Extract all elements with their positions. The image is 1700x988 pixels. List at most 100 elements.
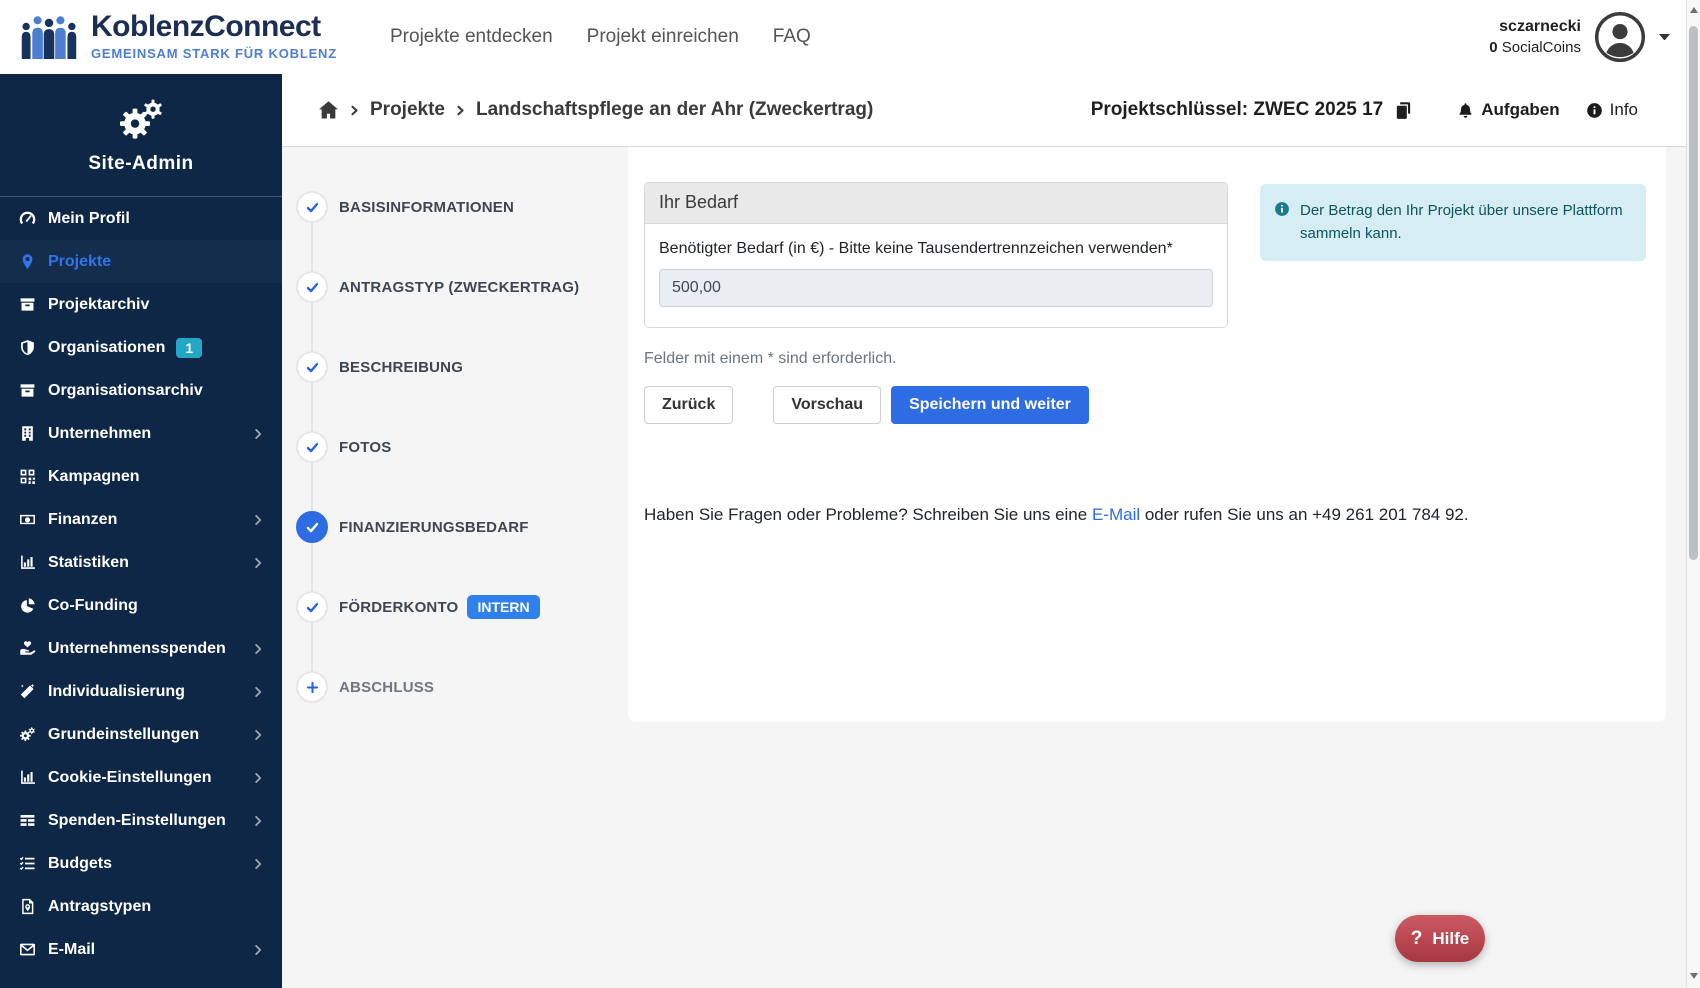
- project-key: Projektschlüssel: ZWEC 2025 17: [1091, 99, 1414, 121]
- shield-icon: [17, 339, 37, 356]
- bedarf-input[interactable]: [659, 269, 1213, 307]
- sidebar-item-label: Budgets: [48, 855, 112, 873]
- chevron-right-icon: [252, 729, 264, 741]
- sidebar-item-label: Antragstypen: [48, 898, 151, 916]
- sidebar-item-label: Cookie-Einstellungen: [48, 769, 212, 787]
- sidebar-item-label: Mein Profil: [48, 210, 130, 228]
- form-buttons: Zurück Vorschau Speichern und weiter: [644, 386, 1089, 424]
- preview-button[interactable]: Vorschau: [773, 386, 881, 424]
- chevron-right-icon: [252, 772, 264, 784]
- brand-title: KoblenzConnect: [91, 12, 337, 42]
- sidebar-item-projektarchiv[interactable]: Projektarchiv: [0, 283, 282, 326]
- sidebar-item-co-funding[interactable]: Co-Funding: [0, 584, 282, 627]
- user-area: sczarnecki 0 SocialCoins: [1489, 0, 1670, 74]
- step-label: BESCHREIBUNG: [339, 359, 463, 376]
- step-label: BASISINFORMATIONEN: [339, 199, 514, 216]
- sidebar-item-kampagnen[interactable]: Kampagnen: [0, 455, 282, 498]
- bar-chart-icon: [17, 769, 37, 786]
- step-beschreibung[interactable]: BESCHREIBUNG: [296, 351, 463, 383]
- step-label: ABSCHLUSS: [339, 679, 434, 696]
- sidebar-item-unternehmen[interactable]: Unternehmen: [0, 412, 282, 455]
- chevron-right-icon: [252, 557, 264, 569]
- sidebar-item-label: Kampagnen: [48, 468, 140, 486]
- sidebar-item-budgets[interactable]: Budgets: [0, 842, 282, 885]
- sidebar-item-projekte[interactable]: Projekte: [0, 240, 282, 283]
- step-basisinformationen[interactable]: BASISINFORMATIONEN: [296, 191, 514, 223]
- sidebar-item-grundeinstellungen[interactable]: Grundeinstellungen: [0, 713, 282, 756]
- question-mark-icon: ?: [1411, 928, 1423, 950]
- step-abschluss[interactable]: ABSCHLUSS: [296, 671, 434, 703]
- check-icon: [296, 271, 328, 303]
- gears-icon: [113, 96, 169, 144]
- chevron-right-icon: [252, 815, 264, 827]
- info-alert: Der Betrag den Ihr Projekt über unsere P…: [1260, 184, 1646, 261]
- chevron-right-icon: [252, 514, 264, 526]
- step-label: ANTRAGSTYP (ZWECKERTRAG): [339, 279, 579, 296]
- sidebar-item-e-mail[interactable]: E-Mail: [0, 928, 282, 971]
- scrollbar-down-arrow[interactable]: [1687, 968, 1700, 984]
- chevron-right-icon: [252, 428, 264, 440]
- home-icon[interactable]: [318, 100, 339, 120]
- scrollbar-thumb[interactable]: [1689, 26, 1698, 560]
- nav-link-projekt-einreichen[interactable]: Projekt einreichen: [587, 26, 739, 48]
- scrollbar-up-arrow[interactable]: [1687, 2, 1700, 18]
- sidebar-item-label: Finanzen: [48, 511, 117, 529]
- nav-link-faq[interactable]: FAQ: [773, 26, 811, 48]
- breadcrumb-current-project: Landschaftspflege an der Ahr (Zweckertra…: [476, 99, 873, 121]
- caret-down-icon[interactable]: [1659, 34, 1670, 41]
- step-förderkonto[interactable]: FÖRDERKONTO INTERN: [296, 591, 540, 623]
- sidebar-header: Site-Admin: [0, 74, 282, 197]
- check-icon: [296, 351, 328, 383]
- check-icon: [296, 591, 328, 623]
- sidebar-item-label: E-Mail: [48, 941, 95, 959]
- sidebar-item-finanzen[interactable]: Finanzen: [0, 498, 282, 541]
- nav-link-projekte-entdecken[interactable]: Projekte entdecken: [390, 26, 553, 48]
- step-fotos[interactable]: FOTOS: [296, 431, 391, 463]
- step-antragstyp-zweckertrag[interactable]: ANTRAGSTYP (ZWECKERTRAG): [296, 271, 579, 303]
- breadcrumb-projekte[interactable]: Projekte: [370, 99, 445, 121]
- brand-subtitle: GEMEINSAM STARK FÜR KOBLENZ: [91, 46, 337, 61]
- sidebar-item-antragstypen[interactable]: Antragstypen: [0, 885, 282, 928]
- tasks-button[interactable]: Aufgaben: [1457, 100, 1559, 120]
- magic-wand-icon: [17, 683, 37, 700]
- email-link[interactable]: E-Mail: [1092, 505, 1140, 524]
- avatar[interactable]: [1594, 11, 1646, 63]
- archive-icon: [17, 382, 37, 399]
- chevron-right-icon: [252, 686, 264, 698]
- info-alert-text: Der Betrag den Ihr Projekt über unsere P…: [1300, 199, 1630, 246]
- sidebar-item-unternehmensspenden[interactable]: Unternehmensspenden: [0, 627, 282, 670]
- sidebar-item-organisationsarchiv[interactable]: Organisationsarchiv: [0, 369, 282, 412]
- info-circle-icon: [1274, 199, 1290, 246]
- plus-icon: [296, 671, 328, 703]
- back-button[interactable]: Zurück: [644, 386, 733, 424]
- sidebar-item-label: Co-Funding: [48, 597, 138, 615]
- sidebar-item-label: Projekte: [48, 253, 111, 271]
- map-pin-icon: [17, 253, 37, 270]
- sidebar-item-organisationen[interactable]: Organisationen 1: [0, 326, 282, 369]
- chevron-right-icon: [252, 858, 264, 870]
- user-coins: 0 SocialCoins: [1489, 39, 1581, 56]
- breadcrumb-bar: Projekte Landschaftspflege an der Ahr (Z…: [282, 74, 1686, 147]
- brand-logo[interactable]: KoblenzConnect GEMEINSAM STARK FÜR KOBLE…: [20, 12, 337, 61]
- info-button[interactable]: Info: [1586, 100, 1638, 120]
- bar-chart-icon: [17, 554, 37, 571]
- top-navbar: KoblenzConnect GEMEINSAM STARK FÜR KOBLE…: [0, 0, 1700, 74]
- help-button[interactable]: ? Hilfe: [1395, 915, 1485, 962]
- gauge-icon: [17, 210, 37, 227]
- sidebar-item-label: Grundeinstellungen: [48, 726, 199, 744]
- building-icon: [17, 425, 37, 442]
- sidebar-item-mein-profil[interactable]: Mein Profil: [0, 197, 282, 240]
- clipboard-pin-icon: [17, 898, 37, 915]
- sidebar-item-cookie-einstellungen[interactable]: Cookie-Einstellungen: [0, 756, 282, 799]
- sidebar-item-individualisierung[interactable]: Individualisierung: [0, 670, 282, 713]
- archive-icon: [17, 296, 37, 313]
- sidebar-item-label: Organisationsarchiv: [48, 382, 203, 400]
- navbar-links: Projekte entdecken Projekt einreichen FAQ: [390, 0, 811, 74]
- save-and-continue-button[interactable]: Speichern und weiter: [891, 386, 1089, 424]
- step-finanzierungsbedarf[interactable]: FINANZIERUNGSBEDARF: [296, 511, 529, 543]
- copy-icon[interactable]: [1394, 101, 1413, 120]
- sidebar-item-spenden-einstellungen[interactable]: Spenden-Einstellungen: [0, 799, 282, 842]
- sidebar-item-statistiken[interactable]: Statistiken: [0, 541, 282, 584]
- check-icon: [296, 431, 328, 463]
- check-icon: [296, 191, 328, 223]
